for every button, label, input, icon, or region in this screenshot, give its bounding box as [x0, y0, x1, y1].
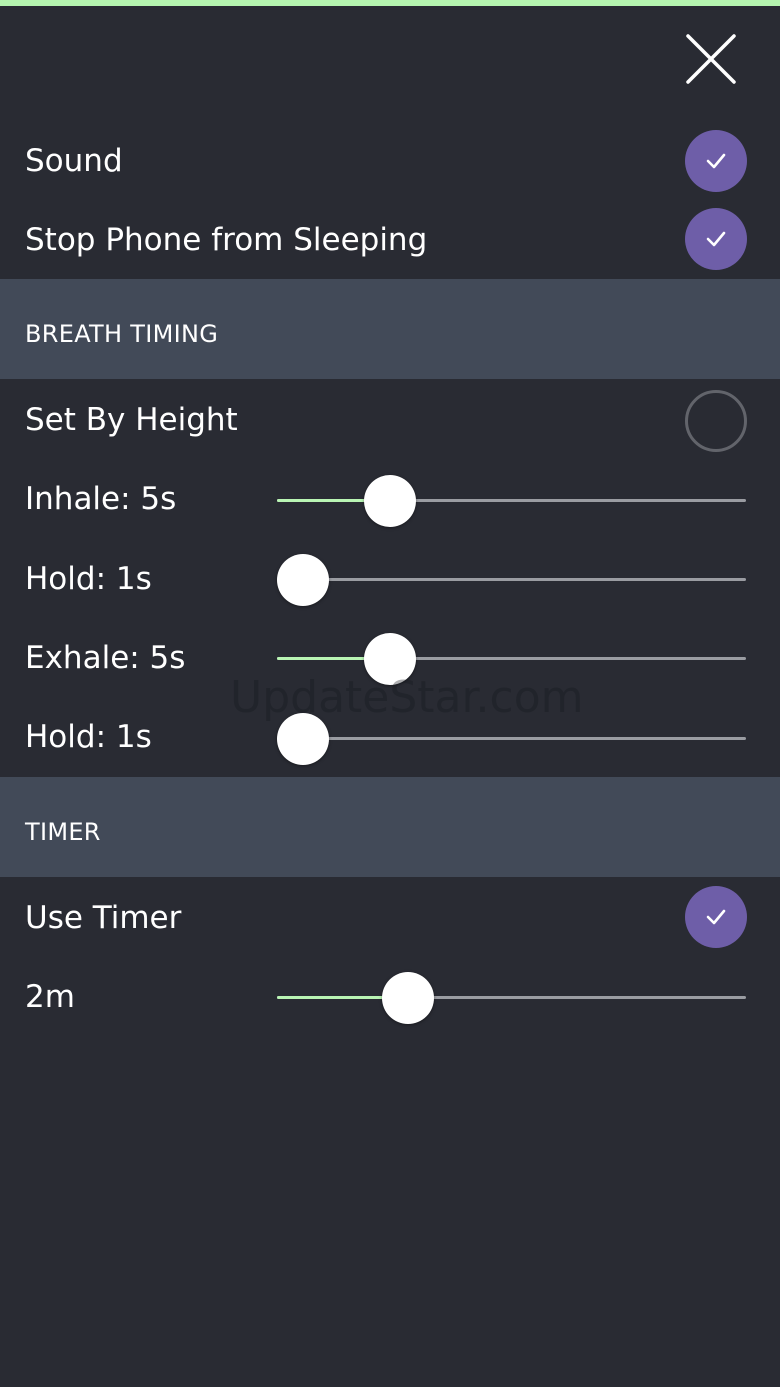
sound-label: Sound: [25, 143, 123, 179]
timer-duration-label: 2m: [25, 979, 75, 1015]
stop-sleep-row: Stop Phone from Sleeping: [0, 201, 780, 280]
section-title: BREATH TIMING: [25, 320, 219, 348]
set-by-height-row: Set By Height: [0, 381, 780, 460]
inhale-label: Inhale: 5s: [25, 481, 177, 517]
sound-checkbox[interactable]: [685, 130, 747, 192]
breath-timing-header: BREATH TIMING: [0, 279, 780, 379]
check-icon: [706, 231, 726, 247]
close-button[interactable]: [682, 30, 740, 88]
use-timer-label: Use Timer: [25, 900, 182, 936]
use-timer-checkbox[interactable]: [685, 886, 747, 948]
slider-thumb[interactable]: [364, 633, 416, 685]
timer-slider[interactable]: [277, 969, 746, 1025]
stop-sleep-label: Stop Phone from Sleeping: [25, 222, 428, 258]
slider-thumb[interactable]: [277, 554, 329, 606]
sound-row: Sound: [0, 122, 780, 201]
section-title: TIMER: [25, 818, 101, 846]
progress-bar: [0, 0, 780, 6]
slider-thumb[interactable]: [277, 713, 329, 765]
hold-in-label: Hold: 1s: [25, 561, 152, 597]
exhale-slider[interactable]: [277, 630, 746, 686]
check-icon: [706, 153, 726, 169]
set-by-height-label: Set By Height: [25, 402, 238, 438]
slider-thumb[interactable]: [382, 972, 434, 1024]
slider-thumb[interactable]: [364, 475, 416, 527]
slider-track: [277, 578, 746, 581]
hold-out-label: Hold: 1s: [25, 719, 152, 755]
close-icon: [686, 34, 736, 84]
set-by-height-checkbox[interactable]: [685, 390, 747, 452]
use-timer-row: Use Timer: [0, 879, 780, 958]
timer-header: TIMER: [0, 777, 780, 877]
inhale-slider[interactable]: [277, 472, 746, 528]
stop-sleep-checkbox[interactable]: [685, 208, 747, 270]
hold-out-slider[interactable]: [277, 710, 746, 766]
exhale-label: Exhale: 5s: [25, 640, 186, 676]
check-icon: [706, 909, 726, 925]
slider-track: [277, 737, 746, 740]
hold-in-slider[interactable]: [277, 551, 746, 607]
